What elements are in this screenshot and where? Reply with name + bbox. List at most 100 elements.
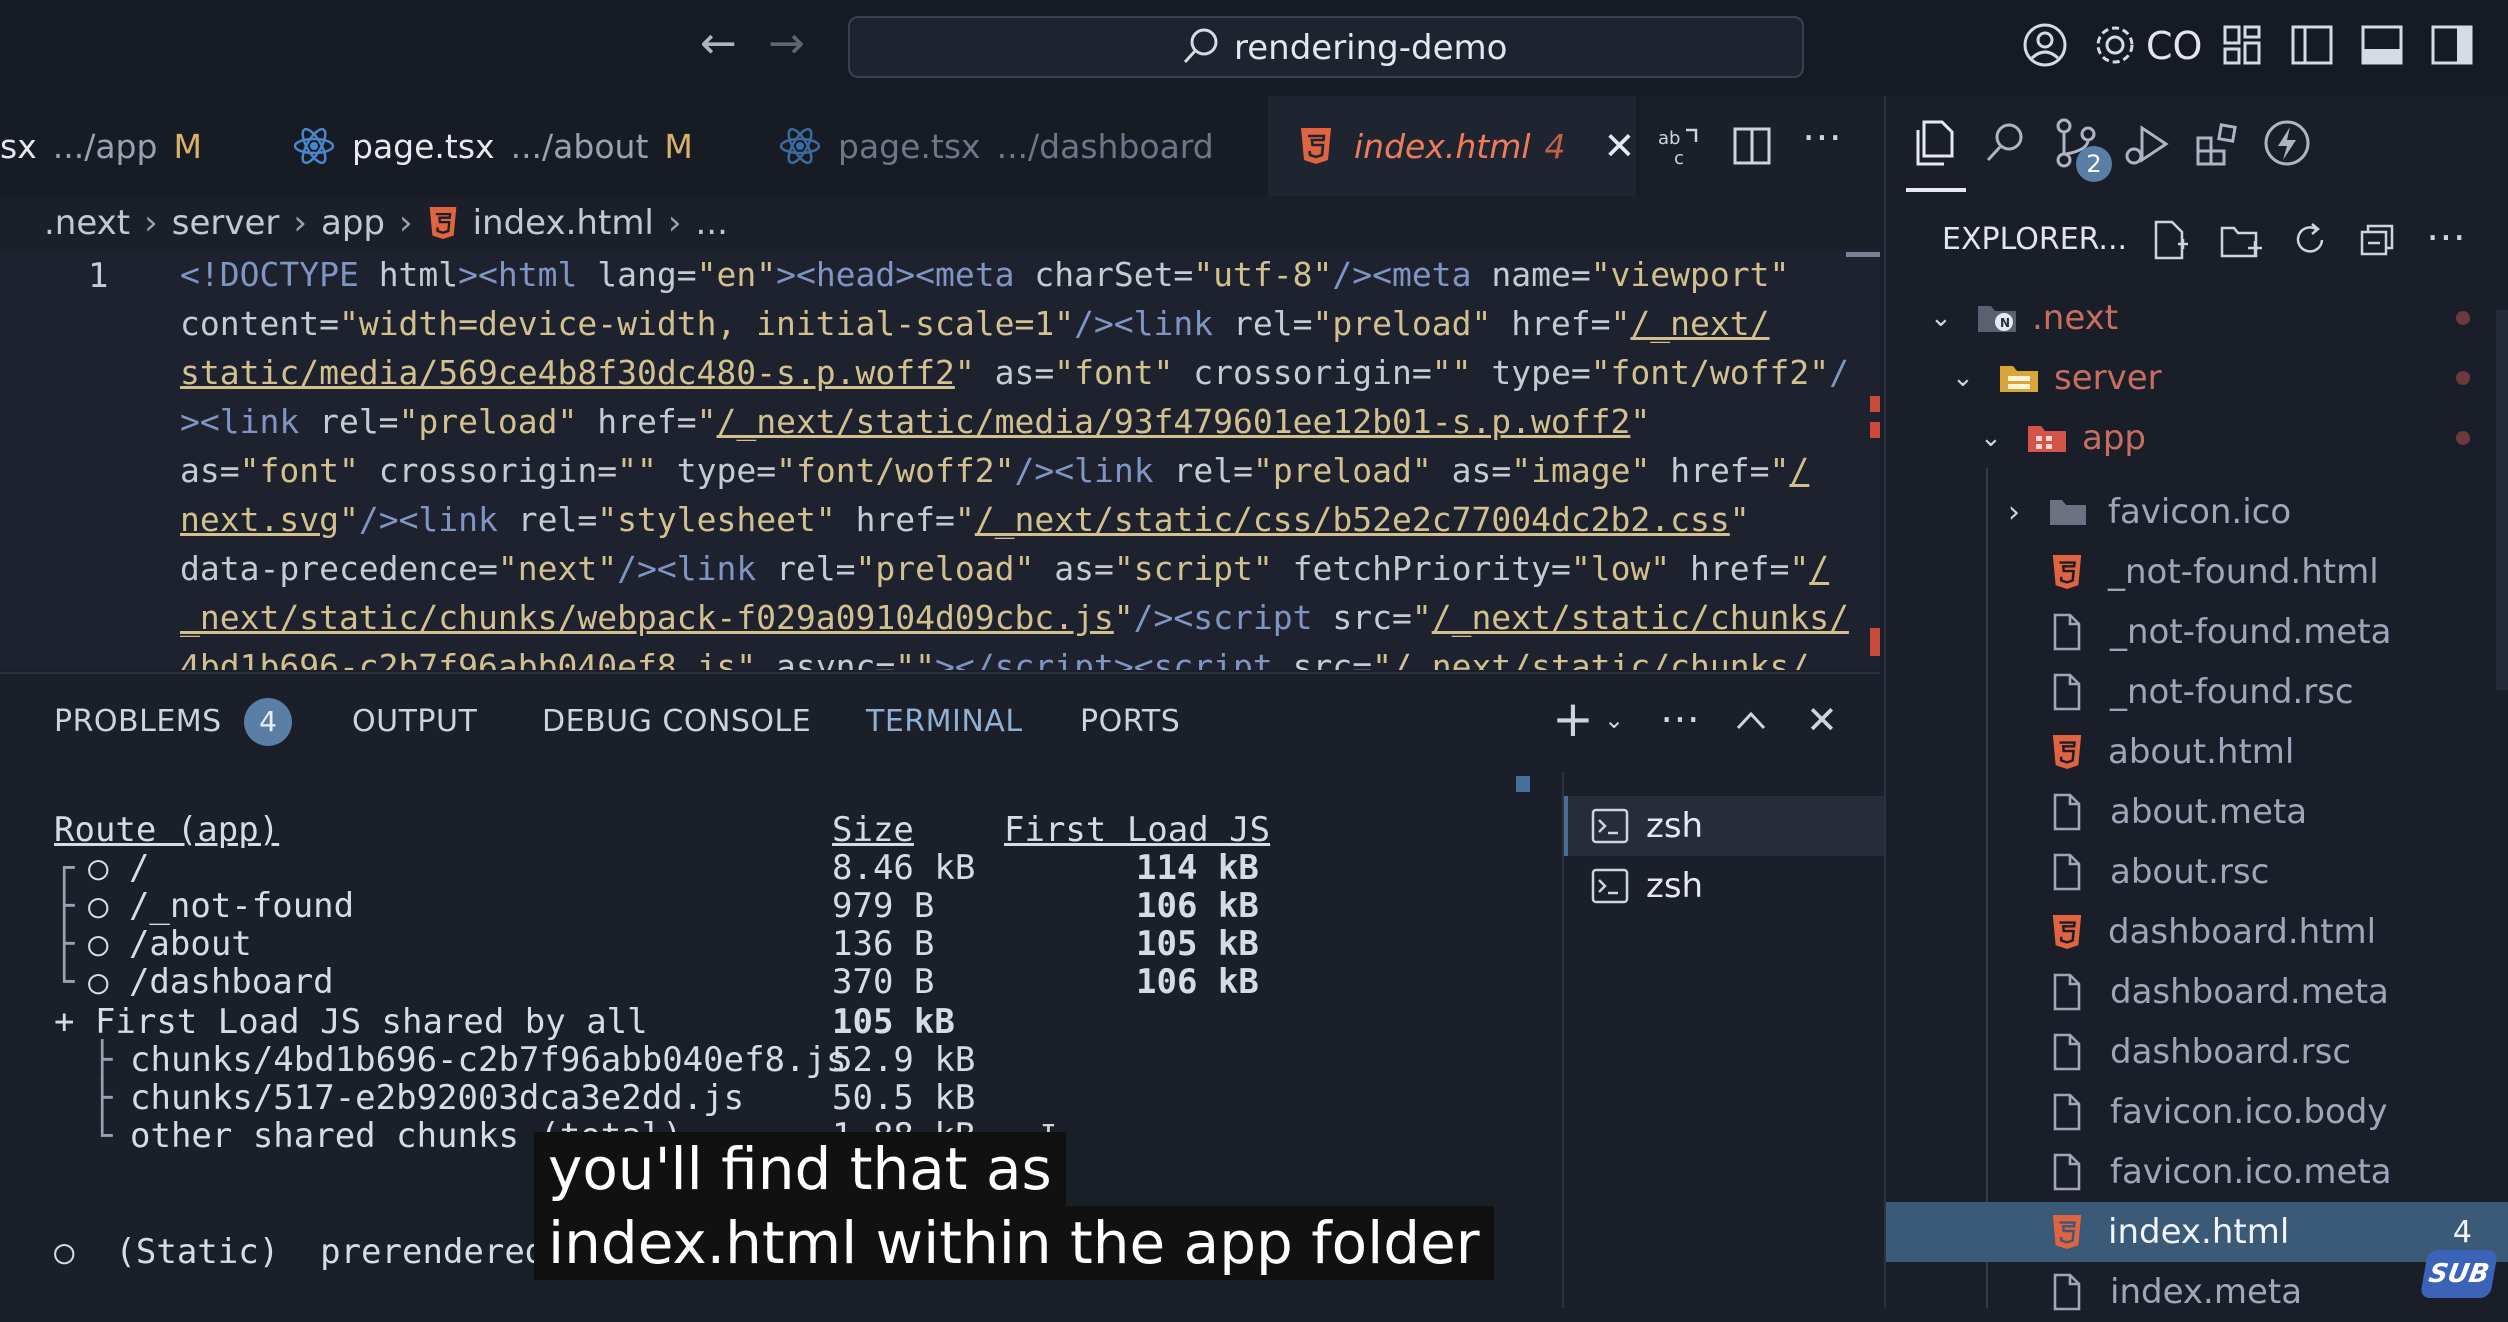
tree-connector: └ (92, 1116, 113, 1156)
folder-favicon-ico[interactable]: › favicon.ico (1886, 482, 2508, 542)
tab-index-html[interactable]: index.html 4 ✕ (1268, 96, 1636, 196)
tree-connector: ├ (54, 924, 75, 964)
search-icon[interactable] (1982, 120, 2028, 166)
terminal-icon (1591, 808, 1629, 844)
gear-icon[interactable] (2092, 22, 2138, 68)
source-control-badge: 2 (2076, 146, 2112, 182)
toggle-sidebar-icon[interactable] (2290, 22, 2334, 68)
more-actions-icon[interactable]: ⋯ (2426, 214, 2466, 260)
more-actions-icon[interactable]: ⋯ (1802, 114, 1842, 160)
toggle-secondary-sidebar-icon[interactable] (2430, 22, 2474, 68)
arrow-right-icon[interactable]: → (768, 18, 805, 69)
folder-server[interactable]: ⌄ server (1886, 348, 2508, 408)
code-content[interactable]: <!DOCTYPE html><html lang="en"><head><me… (180, 250, 1849, 670)
file-label: favicon.ico (2108, 492, 2292, 532)
file-dashboard-rsc[interactable]: dashboard.rsc (1886, 1022, 2508, 1082)
file-label: index.meta (2110, 1272, 2303, 1312)
command-center-search[interactable]: rendering-demo (848, 16, 1804, 78)
file-favicon-body[interactable]: favicon.ico.body (1886, 1082, 2508, 1142)
split-editor-icon[interactable] (1732, 124, 1772, 168)
breadcrumb-index-html[interactable]: index.html (473, 203, 654, 243)
new-folder-icon[interactable] (2218, 218, 2264, 262)
layout-icon[interactable] (2222, 22, 2262, 68)
maximize-panel-icon[interactable] (1734, 708, 1768, 732)
file-dashboard-meta[interactable]: dashboard.meta (1886, 962, 2508, 1022)
html5-icon (2052, 915, 2082, 949)
folder-app[interactable]: ⌄ app (1886, 408, 2508, 468)
refresh-icon[interactable] (2290, 220, 2330, 260)
file-dashboard-html[interactable]: dashboard.html (1886, 902, 2508, 962)
tab-debug-console[interactable]: DEBUG CONSOLE (542, 704, 811, 739)
file-index-html[interactable]: index.html 4 (1886, 1202, 2508, 1262)
tab-output[interactable]: OUTPUT (352, 704, 477, 739)
tab-about-page[interactable]: page.tsx .../about M (292, 96, 693, 196)
extensions-icon[interactable] (2194, 120, 2242, 168)
folder-next[interactable]: ⌄ N .next (1886, 288, 2508, 348)
route-size: 136 B (832, 924, 935, 964)
terminal-item-zsh[interactable]: zsh (1564, 856, 1882, 916)
tab-dashboard-page[interactable]: page.tsx .../dashboard (778, 96, 1214, 196)
subscribe-watermark[interactable]: SUB (2419, 1250, 2499, 1298)
file-index-meta[interactable]: index.meta (1886, 1262, 2508, 1322)
folder-next-icon: N (1978, 306, 2016, 332)
file-not-found-html[interactable]: _not-found.html (1886, 542, 2508, 602)
chunk-name: chunks/4bd1b696-c2b7f96abb040ef8.js (130, 1040, 847, 1080)
new-file-icon[interactable] (2150, 218, 2190, 262)
file-favicon-meta[interactable]: favicon.ico.meta (1886, 1142, 2508, 1202)
chevron-right-icon: › (144, 203, 158, 243)
tree-connector: └ (54, 962, 75, 1002)
chevron-down-icon[interactable]: ⌄ (1604, 706, 1624, 734)
tab-ports[interactable]: PORTS (1080, 704, 1180, 739)
compare-changes-icon[interactable]: ab c (1656, 124, 1700, 168)
lightning-icon[interactable] (2262, 118, 2312, 168)
breadcrumb-next[interactable]: .next (44, 203, 130, 243)
tab-app-page[interactable]: sx .../app M (0, 96, 202, 196)
collapse-all-icon[interactable] (2358, 220, 2398, 260)
chevron-right-icon: › (2008, 494, 2020, 530)
folder-label: server (2054, 358, 2162, 398)
tab-terminal[interactable]: TERMINAL (866, 704, 1023, 739)
tree-connector: ├ (92, 1078, 113, 1118)
run-debug-icon[interactable] (2122, 120, 2172, 170)
breadcrumb-server[interactable]: server (172, 203, 280, 243)
folder-label: .next (2032, 298, 2119, 338)
toggle-panel-icon[interactable] (2360, 22, 2404, 68)
terminal-item-zsh[interactable]: zsh (1564, 796, 1886, 856)
active-view-indicator (1906, 188, 1966, 192)
panel-tab-bar: PROBLEMS 4 OUTPUT DEBUG CONSOLE TERMINAL… (0, 672, 1880, 774)
file-about-html[interactable]: about.html (1886, 722, 2508, 782)
file-about-rsc[interactable]: about.rsc (1886, 842, 2508, 902)
chevron-right-icon: › (667, 203, 682, 243)
more-actions-icon[interactable]: ⋯ (1660, 696, 1700, 742)
arrow-left-icon[interactable]: ← (700, 18, 737, 69)
route-root: ○ / (88, 848, 150, 888)
react-icon (779, 127, 821, 165)
account-icon[interactable] (2022, 22, 2068, 68)
close-panel-icon[interactable]: ✕ (1806, 698, 1838, 742)
tab-name: sx (0, 126, 37, 166)
explorer-scrollbar[interactable] (2496, 310, 2508, 690)
file-label: dashboard.rsc (2110, 1032, 2352, 1072)
code-editor[interactable]: 1 <!DOCTYPE html><html lang="en"><head><… (0, 250, 1880, 670)
subscribe-label: SUB (2426, 1259, 2492, 1289)
breadcrumb-symbols[interactable]: ... (696, 203, 728, 243)
modified-dot (2456, 311, 2470, 325)
file-label: dashboard.html (2108, 912, 2377, 952)
size-header: Size (832, 810, 914, 850)
file-icon (2053, 973, 2081, 1011)
file-not-found-rsc[interactable]: _not-found.rsc (1886, 662, 2508, 722)
tab-problems[interactable]: PROBLEMS (54, 704, 222, 739)
file-not-found-meta[interactable]: _not-found.meta (1886, 602, 2508, 662)
close-icon[interactable]: ✕ (1604, 124, 1636, 168)
file-icon (2053, 793, 2081, 831)
route-size: 370 B (832, 962, 935, 1002)
line-number: 1 (88, 256, 109, 296)
file-about-meta[interactable]: about.meta (1886, 782, 2508, 842)
breadcrumb-app[interactable]: app (321, 203, 385, 243)
new-terminal-icon[interactable]: + (1552, 690, 1594, 748)
explorer-icon[interactable] (1912, 118, 1958, 168)
file-icon (2053, 1153, 2081, 1191)
video-caption: you'll find that as index.html within th… (534, 1132, 1494, 1280)
scrollbar-marker[interactable] (1516, 776, 1530, 792)
minimap-slider[interactable] (1846, 252, 1880, 257)
